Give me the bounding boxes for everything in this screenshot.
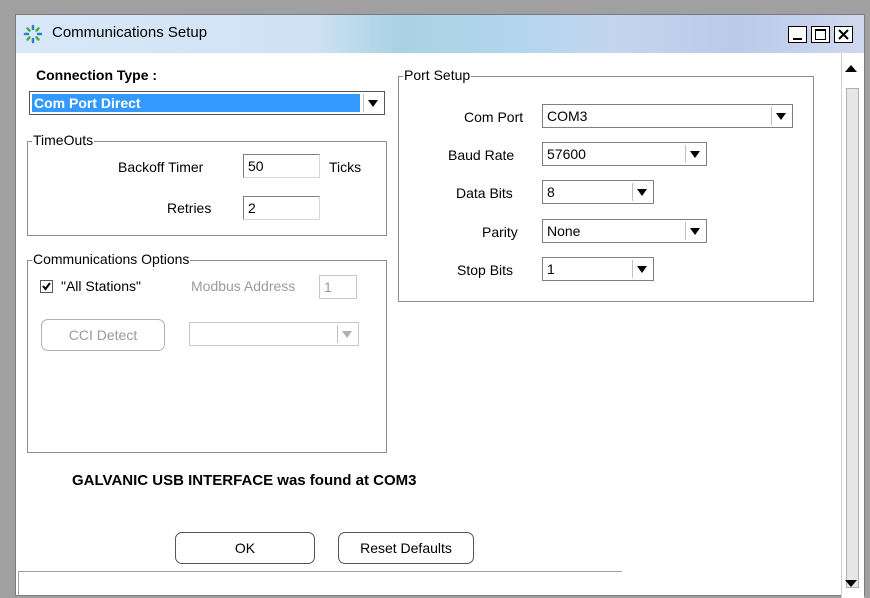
chevron-down-icon[interactable] [632,260,651,278]
minimize-icon [793,37,802,40]
reset-defaults-button[interactable]: Reset Defaults [338,532,474,564]
baud-rate-label: Baud Rate [448,147,515,163]
backoff-timer-input[interactable]: 50 [243,154,320,178]
app-icon [23,24,43,44]
com-port-select[interactable]: COM3 [542,104,793,128]
chevron-down-icon[interactable] [771,107,790,125]
backoff-timer-value: 50 [248,158,264,174]
retries-label: Retries [167,200,212,216]
backoff-timer-label: Backoff Timer [118,159,204,175]
data-bits-value: 8 [547,184,555,200]
chevron-down-icon[interactable] [685,145,704,163]
modbus-address-label: Modbus Address [191,278,296,294]
all-stations-checkbox[interactable] [40,280,53,293]
ok-button[interactable]: OK [175,532,315,564]
checkmark-icon [42,282,51,291]
connection-type-value: Com Port Direct [34,95,141,111]
vertical-scrollbar[interactable] [841,53,864,598]
chevron-down-icon[interactable] [363,94,382,112]
chevron-down-icon[interactable] [685,222,704,240]
stop-bits-value: 1 [547,261,555,277]
parity-select[interactable]: None [542,219,707,243]
data-bits-label: Data Bits [456,185,513,201]
stop-bits-label: Stop Bits [457,262,514,278]
cci-detect-button[interactable]: CCI Detect [41,319,165,351]
window-title: Communications Setup [52,24,208,41]
retries-value: 2 [248,200,256,216]
scrollbar-thumb[interactable] [846,88,859,588]
baud-rate-value: 57600 [547,146,586,162]
title-bar[interactable]: Communications Setup [16,15,864,53]
modbus-address-input[interactable]: 1 [319,275,357,299]
communications-options-label: Communications Options [32,251,191,267]
com-port-value: COM3 [547,108,588,124]
retries-input[interactable]: 2 [243,196,320,220]
port-setup-label: Port Setup [403,67,472,83]
connection-type-select[interactable]: Com Port Direct [29,91,385,115]
cci-select[interactable] [189,322,359,346]
communications-setup-window: Communications Setup Connection Type : C… [15,14,865,598]
modbus-address-value: 1 [324,279,332,295]
baud-rate-select[interactable]: 57600 [542,142,707,166]
parity-value: None [547,223,581,239]
ticks-unit-label: Ticks [329,159,362,175]
stop-bits-select[interactable]: 1 [542,257,654,281]
data-bits-select[interactable]: 8 [542,180,654,204]
chevron-down-icon[interactable] [632,183,651,201]
com-port-label: Com Port [464,109,524,125]
timeouts-group-label: TimeOuts [32,132,95,148]
status-message: GALVANIC USB INTERFACE was found at COM3 [72,472,417,489]
all-stations-label: "All Stations" [61,278,141,294]
close-button[interactable] [834,26,853,43]
minimize-button[interactable] [788,26,807,43]
close-icon [838,27,849,43]
timeouts-group: TimeOuts [27,132,387,236]
maximize-button[interactable] [811,26,830,43]
maximize-icon [815,29,826,40]
chevron-down-icon[interactable] [337,325,356,343]
parity-label: Parity [482,224,518,240]
connection-type-label: Connection Type : [36,67,158,83]
scroll-down-icon[interactable] [845,580,857,587]
bottom-divider [18,571,622,572]
scroll-up-icon[interactable] [845,65,857,72]
bottom-panel-edge [18,572,19,596]
